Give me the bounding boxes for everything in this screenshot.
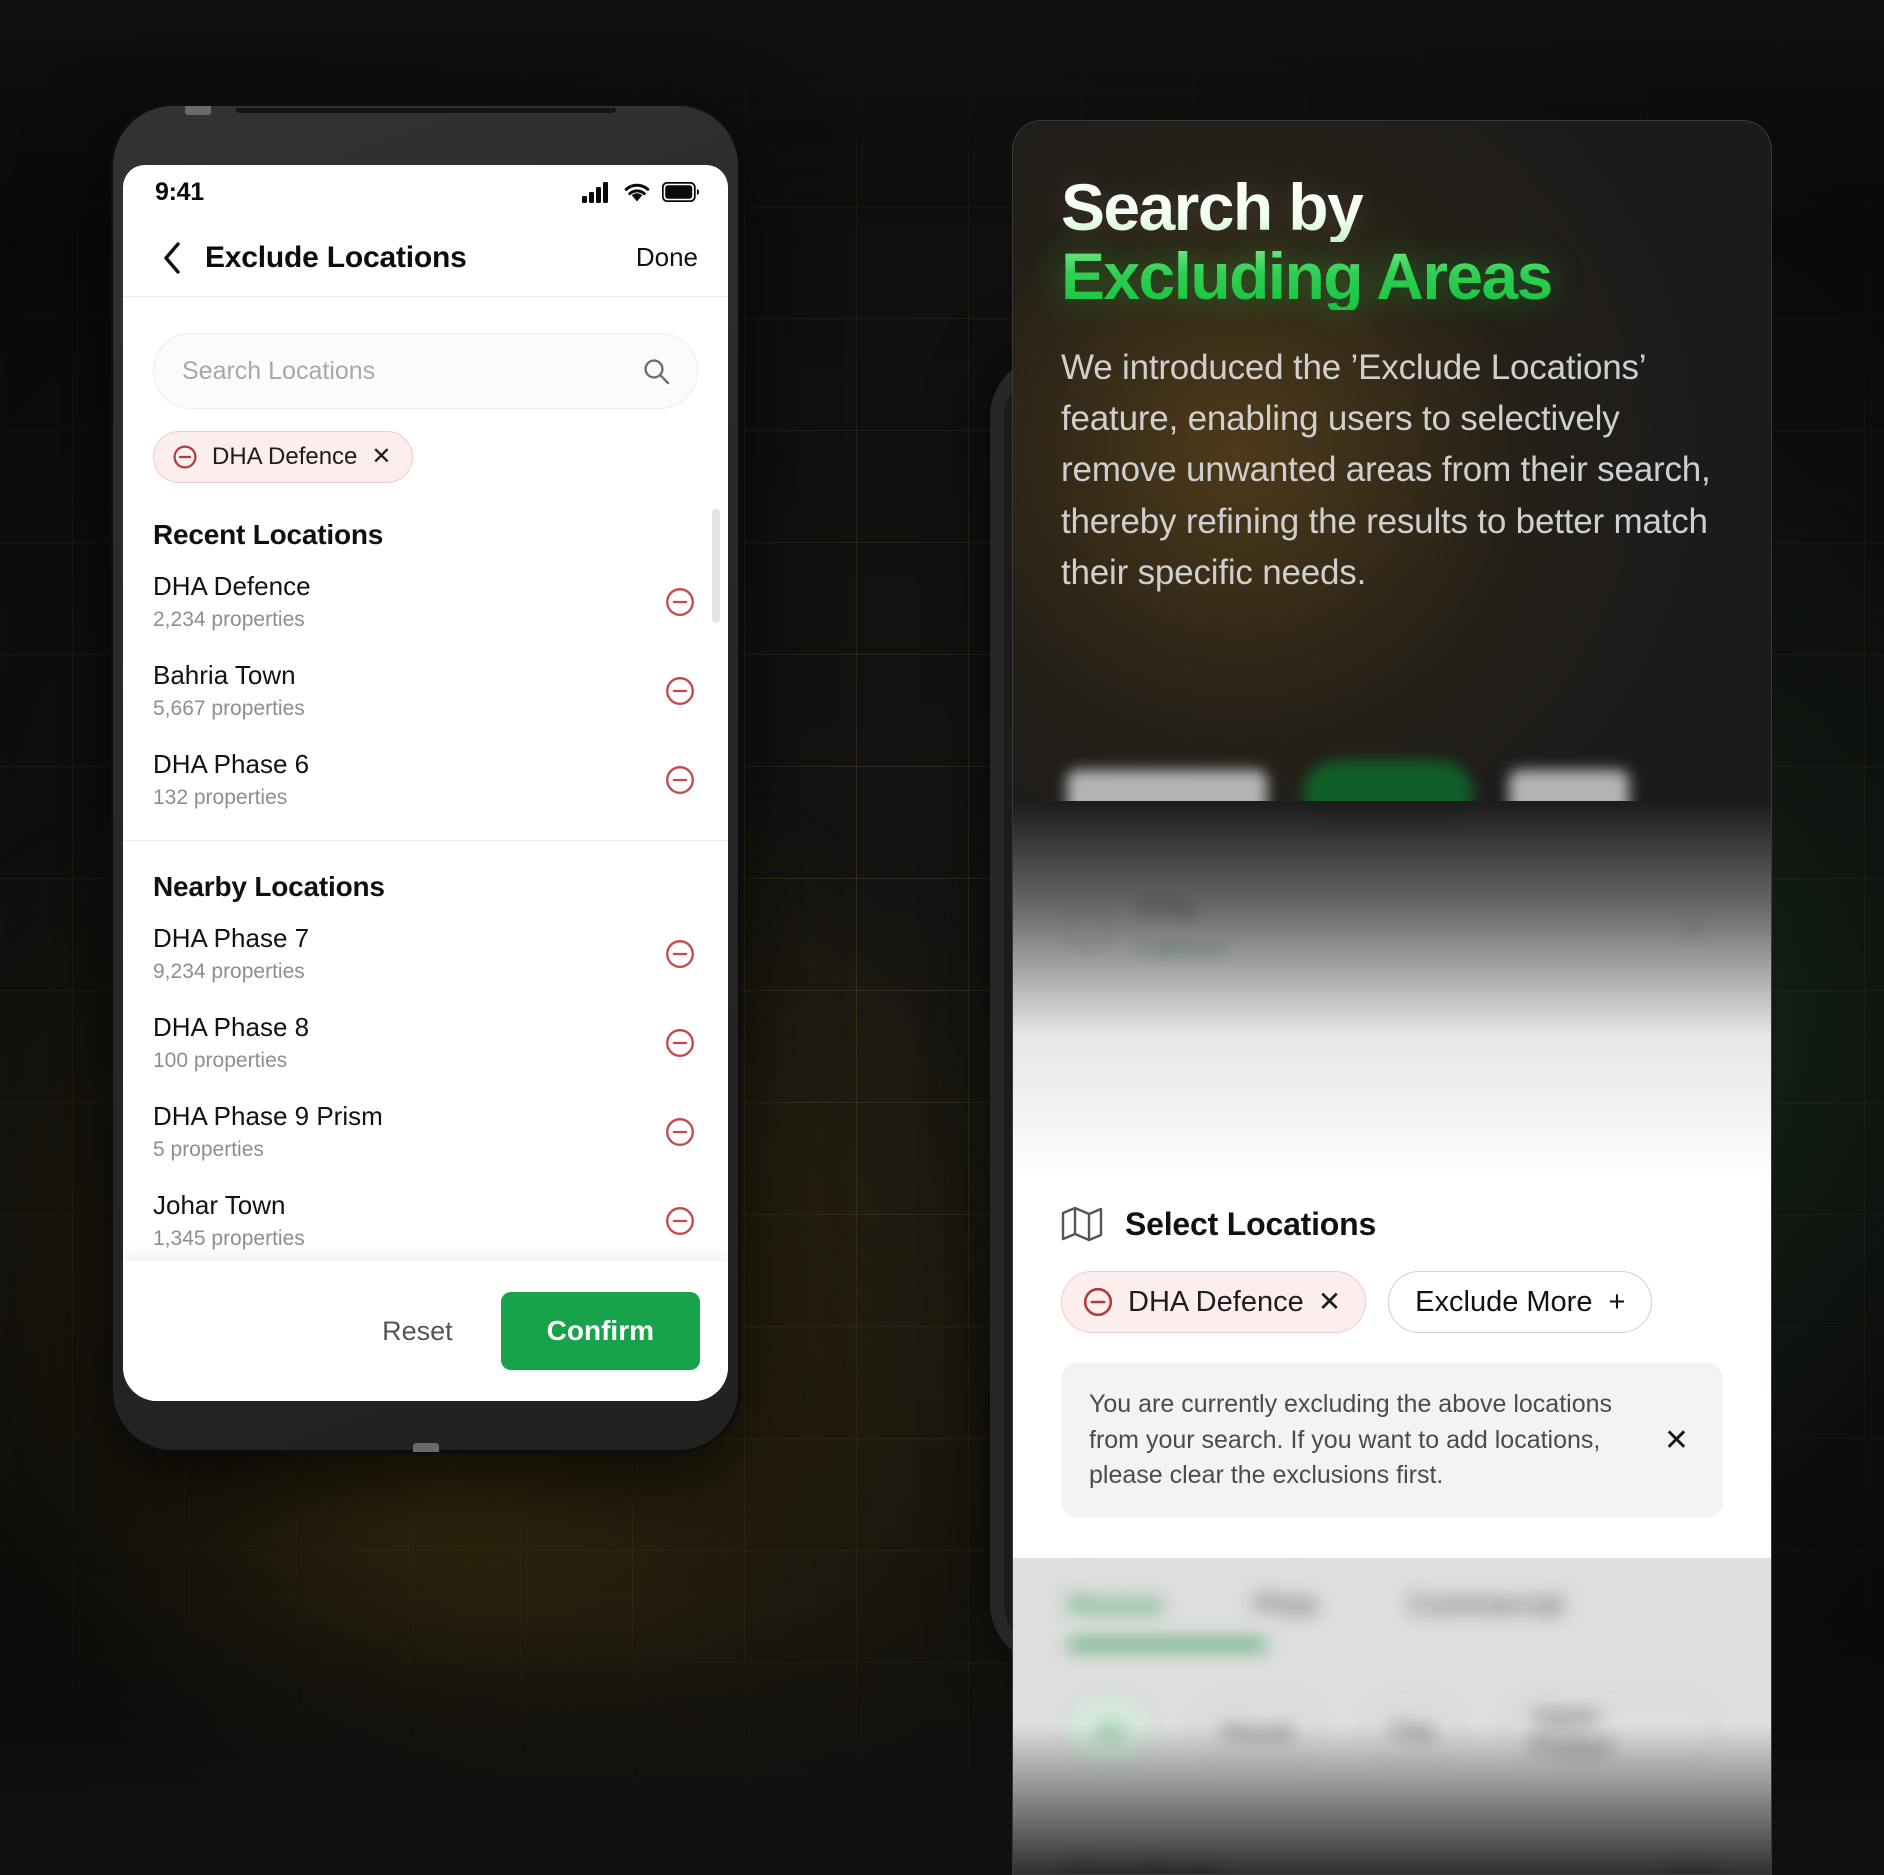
- list-item[interactable]: Johar Town 1,345 properties: [123, 1176, 728, 1261]
- location-name: DHA Defence: [153, 571, 311, 601]
- list-item-texts: DHA Phase 8 100 properties: [153, 1012, 664, 1073]
- done-button[interactable]: Done: [636, 242, 698, 273]
- select-locations-section: Select Locations DHA Defence ✕ Exclude M…: [1013, 1171, 1771, 1558]
- locations-list[interactable]: Recent Locations DHA Defence 2,234 prope…: [123, 501, 728, 1261]
- search-icon: [644, 359, 670, 385]
- back-button[interactable]: [155, 241, 189, 275]
- feature-info-card: Search by Excluding Areas We introduced …: [1012, 120, 1772, 1875]
- list-item-texts: DHA Phase 9 Prism 5 properties: [153, 1101, 664, 1162]
- search-section: Search Locations: [123, 297, 728, 409]
- section-title-nearby: Nearby Locations: [153, 871, 385, 902]
- plus-icon: +: [1608, 1285, 1626, 1318]
- location-count: 5 properties: [153, 1138, 264, 1161]
- location-name: DHA Phase 9 Prism: [153, 1101, 383, 1131]
- location-count: 9,234 properties: [153, 960, 305, 983]
- app-header: Exclude Locations Done: [123, 219, 728, 297]
- location-count: 100 properties: [153, 1049, 288, 1072]
- screenshot-root: 9:41 Exclude Locations Done Search Locat…: [0, 0, 1884, 1875]
- select-locations-header: Select Locations: [1061, 1205, 1723, 1243]
- list-item-texts: DHA Phase 7 9,234 properties: [153, 923, 664, 984]
- list-item[interactable]: DHA Phase 9 Prism 5 properties: [123, 1087, 728, 1176]
- status-icons: [582, 181, 700, 203]
- notice-text: You are currently excluding the above lo…: [1089, 1390, 1613, 1489]
- location-name: DHA Phase 6: [153, 749, 310, 779]
- list-item-texts: Johar Town 1,345 properties: [153, 1190, 664, 1251]
- sheet-body: Search Locations DHA Defence ✕ Recent Lo…: [123, 297, 728, 1401]
- minus-circle-icon: [1083, 1287, 1113, 1317]
- blurred-tab-plots: Plots: [1253, 1589, 1319, 1621]
- list-item[interactable]: DHA Phase 6 132 properties: [123, 735, 728, 824]
- minus-circle-icon[interactable]: [664, 586, 696, 618]
- phone-antenna-nub-top: [185, 106, 211, 115]
- page-title: Exclude Locations: [205, 240, 467, 274]
- reset-button[interactable]: Reset: [364, 1304, 471, 1359]
- minus-circle-icon: [173, 445, 197, 469]
- list-item-texts: Bahria Town 5,667 properties: [153, 660, 664, 721]
- card-body-text: We introduced the ’Exclude Locations’ fe…: [1061, 348, 1711, 592]
- blurred-tab-commercial: Commercial: [1408, 1589, 1563, 1621]
- card-heading: Search by Excluding Areas: [1061, 173, 1723, 310]
- exclude-more-label: Exclude More: [1415, 1285, 1593, 1318]
- list-item[interactable]: Bahria Town 5,667 properties: [123, 646, 728, 735]
- blurred-tab-underline: [1067, 1640, 1267, 1650]
- selected-chips-row: DHA Defence ✕: [123, 409, 728, 483]
- wifi-icon: [624, 183, 650, 201]
- minus-circle-icon[interactable]: [664, 675, 696, 707]
- exclusion-notice: You are currently excluding the above lo…: [1061, 1363, 1723, 1518]
- phone-screen: 9:41 Exclude Locations Done Search Locat…: [123, 165, 728, 1401]
- minus-circle-icon[interactable]: [664, 938, 696, 970]
- search-input[interactable]: Search Locations: [153, 333, 698, 409]
- list-item-texts: DHA Defence 2,234 properties: [153, 571, 664, 632]
- list-item[interactable]: DHA Phase 8 100 properties: [123, 998, 728, 1087]
- blurred-tab-homes: Homes: [1067, 1589, 1164, 1621]
- chip-label: DHA Defence: [1128, 1285, 1304, 1318]
- select-locations-title: Select Locations: [1125, 1205, 1377, 1242]
- list-scrollbar[interactable]: [712, 509, 720, 623]
- minus-circle-icon[interactable]: [664, 1027, 696, 1059]
- location-name: DHA Phase 8: [153, 1012, 310, 1042]
- list-item[interactable]: DHA Defence 2,234 properties: [123, 557, 728, 646]
- minus-circle-icon[interactable]: [664, 1116, 696, 1148]
- blurred-tabs: Homes Plots Commercial: [1067, 1589, 1717, 1622]
- location-count: 2,234 properties: [153, 608, 305, 631]
- card-heading-line-1: Search by: [1061, 173, 1723, 242]
- section-title-recent: Recent Locations: [153, 519, 384, 550]
- cellular-signal-icon: [582, 182, 608, 203]
- map-icon: [1061, 1206, 1103, 1242]
- select-locations-chips: DHA Defence ✕ Exclude More +: [1061, 1271, 1723, 1333]
- exclude-more-button[interactable]: Exclude More +: [1388, 1271, 1653, 1333]
- card-heading-line-2: Excluding Areas: [1061, 241, 1723, 311]
- card-bottom-fade: [1013, 1724, 1771, 1874]
- close-icon[interactable]: ✕: [371, 445, 391, 469]
- phone-mockup: 9:41 Exclude Locations Done Search Locat…: [113, 106, 738, 1452]
- list-item[interactable]: DHA Phase 7 9,234 properties: [123, 909, 728, 998]
- excluded-chip-dha-defence[interactable]: DHA Defence ✕: [1061, 1271, 1367, 1333]
- location-name: Johar Town: [153, 1190, 286, 1220]
- sheet-footer: Reset Confirm: [123, 1261, 728, 1401]
- phone-top-strip: [235, 108, 616, 113]
- status-time: 9:41: [155, 177, 204, 206]
- close-icon[interactable]: ✕: [1658, 1423, 1695, 1458]
- card-copy: Search by Excluding Areas We introduced …: [1013, 121, 1771, 598]
- location-name: DHA Phase 7: [153, 923, 310, 953]
- location-name: Bahria Town: [153, 660, 296, 690]
- close-icon[interactable]: ✕: [1318, 1288, 1341, 1316]
- battery-icon: [662, 182, 700, 202]
- location-count: 1,345 properties: [153, 1227, 305, 1250]
- chip-label: DHA Defence: [212, 443, 358, 470]
- list-item-texts: DHA Phase 6 132 properties: [153, 749, 664, 810]
- minus-circle-icon[interactable]: [664, 1205, 696, 1237]
- confirm-button[interactable]: Confirm: [500, 1292, 700, 1370]
- status-bar: 9:41: [123, 165, 728, 219]
- blur-gradient-overlay: [1013, 801, 1771, 1181]
- location-count: 132 properties: [153, 786, 288, 809]
- excluded-chip-dha-defence[interactable]: DHA Defence ✕: [153, 431, 413, 483]
- search-placeholder: Search Locations: [182, 356, 376, 385]
- location-count: 5,667 properties: [153, 697, 305, 720]
- phone-antenna-nub-bottom: [412, 1443, 439, 1452]
- minus-circle-icon[interactable]: [664, 764, 696, 796]
- back-chevron-icon: [164, 241, 180, 274]
